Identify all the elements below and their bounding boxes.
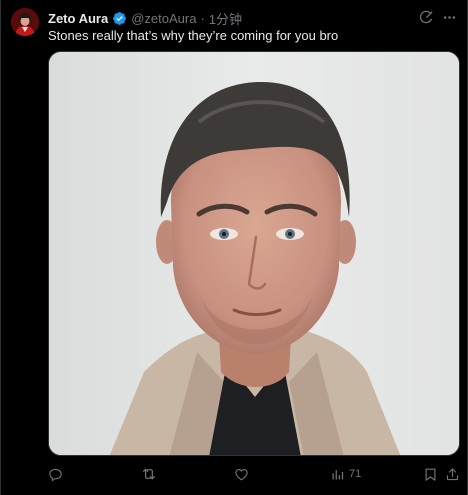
reply-button[interactable] [48, 463, 63, 485]
verified-badge-icon [112, 11, 127, 26]
tweet-photo[interactable] [48, 51, 460, 456]
avatar-image [11, 8, 39, 36]
timeline-border-left [0, 0, 1, 495]
repost-button[interactable] [141, 463, 157, 485]
views-icon [330, 467, 345, 482]
separator-dot: · [200, 10, 205, 26]
more-icon[interactable] [441, 9, 457, 25]
portrait-photo [49, 52, 459, 455]
author-name[interactable]: Zeto Aura [48, 11, 108, 26]
share-icon [445, 467, 460, 482]
tweet-text: Stones really that’s why they’re coming … [48, 28, 339, 43]
avatar[interactable] [11, 8, 39, 36]
grok-icon[interactable] [418, 9, 434, 25]
reply-icon [48, 467, 63, 482]
repost-icon [141, 466, 157, 482]
views-button[interactable]: 71 [330, 463, 361, 485]
tweet-action-bar: 71 [48, 463, 460, 485]
bookmark-button[interactable] [423, 463, 438, 485]
share-button[interactable] [445, 463, 460, 485]
like-button[interactable] [234, 463, 249, 485]
timestamp[interactable]: 1分钟 [209, 9, 242, 28]
views-count: 71 [349, 468, 362, 480]
tweet-header: Zeto Aura @zetoAura · 1分钟 [48, 9, 242, 27]
bookmark-icon [423, 467, 438, 482]
like-icon [234, 467, 249, 482]
author-handle[interactable]: @zetoAura [131, 11, 196, 26]
